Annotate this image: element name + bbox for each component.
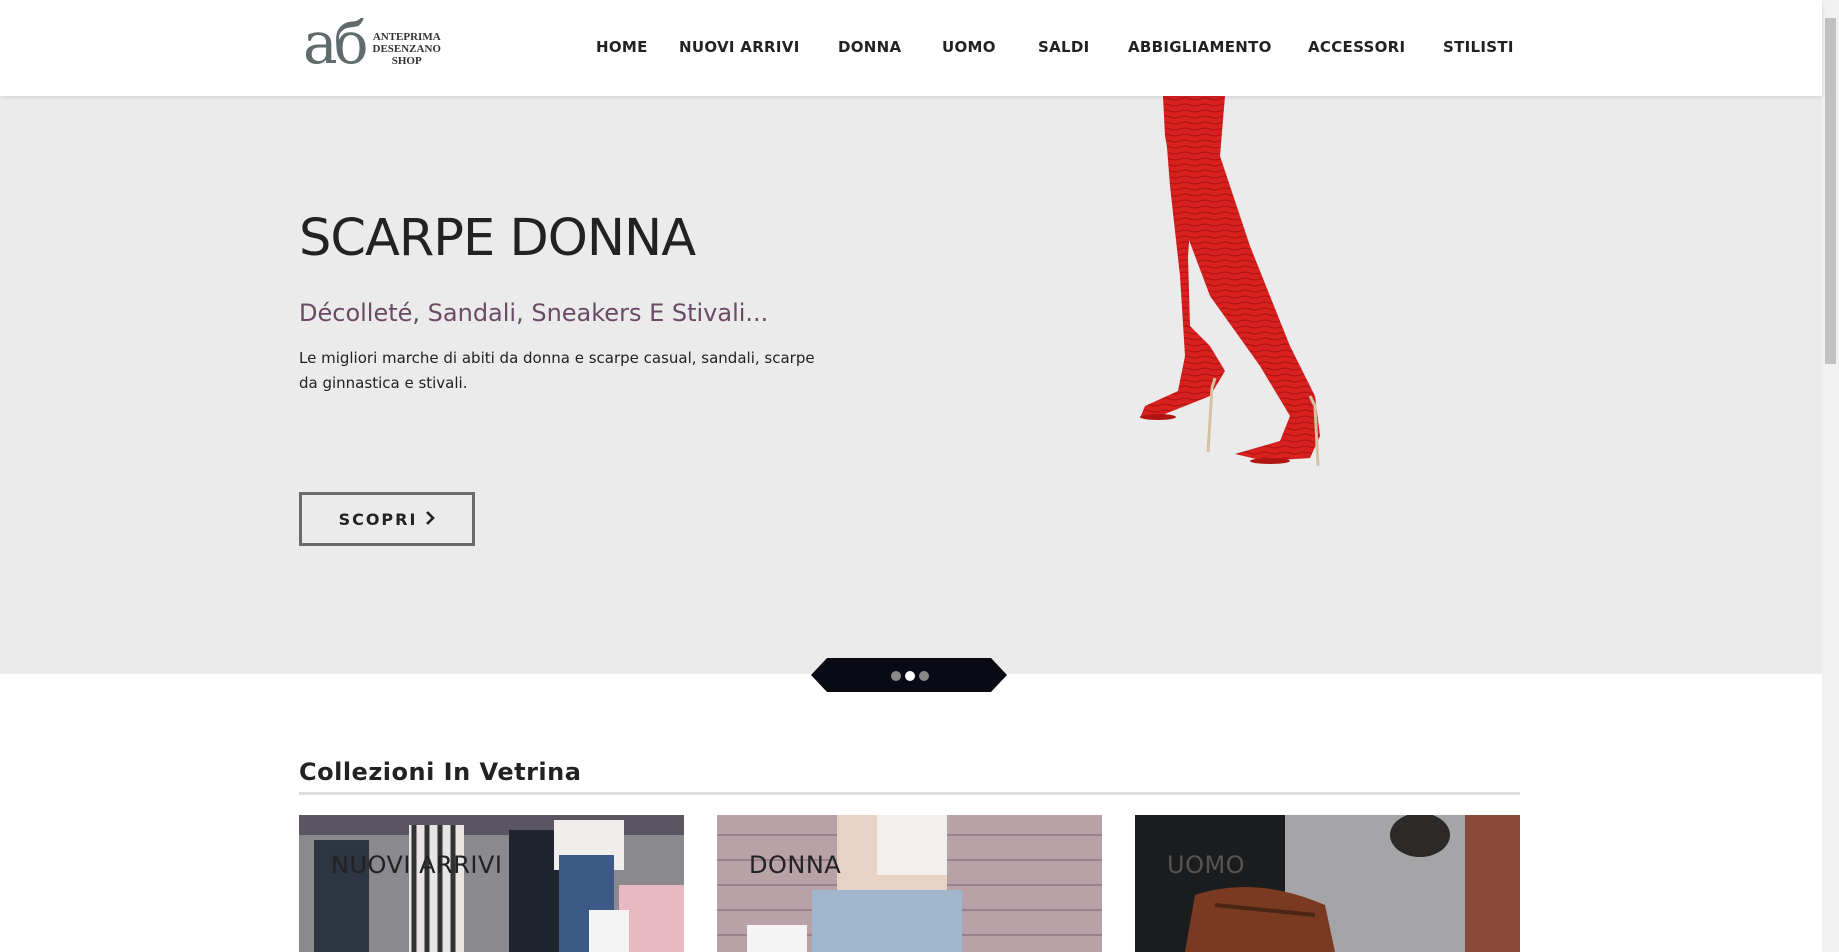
hero-slider: SCARPE DONNA Décolleté, Sandali, Sneaker… <box>0 96 1822 674</box>
nav-item-saldi[interactable]: SALDI <box>1038 38 1090 56</box>
nav-item-home[interactable]: HOME <box>596 38 648 56</box>
red-boots-image <box>1140 96 1320 467</box>
nav-item-stilisti[interactable]: STILISTI <box>1443 38 1514 56</box>
nav-item-donna[interactable]: DONNA <box>838 38 901 56</box>
hero-subtitle: Décolleté, Sandali, Sneakers E Stivali..… <box>299 299 769 327</box>
carousel-pager <box>811 658 1007 692</box>
chevron-right-icon <box>425 510 436 529</box>
collection-card-label: DONNA <box>749 851 842 879</box>
hero-title: SCARPE DONNA <box>299 209 696 268</box>
donna-image <box>717 815 1102 952</box>
main-nav: HOME NUOVI ARRIVI DONNA UOMO SALDI ABBIG… <box>0 38 1822 62</box>
hero-description: Le migliori marche di abiti da donna e s… <box>299 349 815 392</box>
page-scrollbar[interactable] <box>1822 0 1839 952</box>
collections-title: Collezioni In Vetrina <box>299 758 582 786</box>
collection-card-nuovi-arrivi[interactable]: NUOVI ARRIVI <box>299 815 684 952</box>
nav-item-abbigliamento[interactable]: ABBIGLIAMENTO <box>1128 38 1272 56</box>
scopri-button[interactable]: SCOPRI <box>299 492 475 546</box>
site-header: aб ANTEPRIMA DESENZANO SHOP HOME NUOVI A… <box>0 0 1822 96</box>
collection-card-label: NUOVI ARRIVI <box>331 851 503 879</box>
nav-item-accessori[interactable]: ACCESSORI <box>1308 38 1405 56</box>
collection-card-label: UOMO <box>1167 851 1246 879</box>
uomo-image <box>1135 815 1520 952</box>
collection-card-uomo[interactable]: UOMO <box>1135 815 1520 952</box>
collection-card-donna[interactable]: DONNA <box>717 815 1102 952</box>
carousel-dot-1[interactable] <box>891 671 901 681</box>
scrollbar-thumb[interactable] <box>1825 18 1836 364</box>
scopri-button-label: SCOPRI <box>338 509 418 529</box>
carousel-dot-2[interactable] <box>905 671 915 681</box>
nuovi-arrivi-image <box>299 815 684 952</box>
section-divider <box>299 792 1520 795</box>
nav-item-nuovi-arrivi[interactable]: NUOVI ARRIVI <box>679 38 800 56</box>
carousel-dot-3[interactable] <box>919 671 929 681</box>
nav-item-uomo[interactable]: UOMO <box>942 38 996 56</box>
